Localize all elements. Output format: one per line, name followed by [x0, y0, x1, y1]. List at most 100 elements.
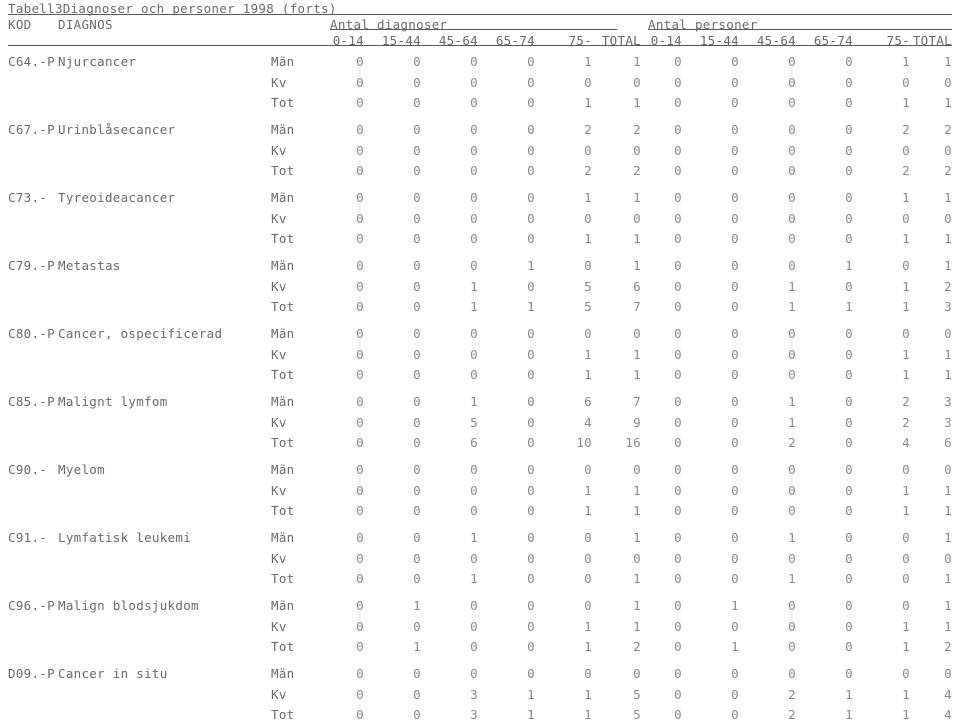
cell-value: 0: [527, 530, 535, 545]
cell-value: 0: [845, 54, 853, 69]
cell-value: 0: [413, 346, 421, 362]
row-sex-label: Kv: [271, 618, 287, 634]
cell-value: 0: [845, 571, 853, 587]
cell-value: 0: [413, 190, 421, 205]
header-age-personer-TOTAL: TOTAL: [912, 33, 952, 48]
table-row: Kv 0 0 0 0 1 1 0 0 0 0 1 1: [0, 617, 960, 638]
cell-value: 0: [356, 598, 364, 613]
table-row: C96.-P Malign blodsjukdom Män 0 1 0 0 0 1 0 1 0 0 0 1: [0, 596, 960, 617]
cell-value: 0: [470, 367, 478, 383]
cell-value: 0: [845, 503, 853, 519]
cell-value: 0: [788, 326, 796, 341]
cell-value: 0: [845, 278, 853, 294]
cell-value: 0: [674, 503, 682, 519]
cell-value: 1: [944, 190, 952, 205]
cell-value: 0: [356, 142, 364, 158]
cell-value: 0: [470, 346, 478, 362]
row-code: C96.-P: [8, 598, 55, 613]
row-sex-label: Tot: [271, 435, 295, 451]
cell-value: 1: [944, 367, 952, 383]
cell-value: 1: [944, 530, 952, 545]
rule-top: [8, 14, 952, 15]
row-sex-label: Tot: [271, 163, 295, 179]
row-diagnosis-name: Lymfatisk leukemi: [58, 530, 192, 545]
cell-value: 0: [788, 503, 796, 519]
cell-value: 0: [356, 258, 364, 273]
cell-value: 1: [527, 299, 535, 315]
table-row: Kv 0 0 0 0 1 1 0 0 0 0 1 1: [0, 345, 960, 366]
cell-value: 0: [674, 686, 682, 702]
cell-value: 0: [470, 598, 478, 613]
cell-value: 0: [470, 231, 478, 247]
row-diagnosis-name: Cancer in situ: [58, 666, 168, 681]
cell-value: 1: [944, 598, 952, 613]
cell-value: 0: [731, 571, 739, 587]
cell-value: 0: [356, 707, 364, 723]
cell-value: 0: [470, 666, 478, 681]
cell-value: 0: [470, 122, 478, 137]
cell-value: 0: [470, 639, 478, 655]
table-row: Kv 0 0 3 1 1 5 0 0 2 1 1 4: [0, 685, 960, 706]
cell-value: 1: [845, 686, 853, 702]
cell-value: 0: [527, 190, 535, 205]
cell-value: 1: [788, 299, 796, 315]
cell-value: 0: [731, 54, 739, 69]
cell-value: 3: [944, 299, 952, 315]
cell-value: 0: [413, 326, 421, 341]
cell-value: 0: [788, 95, 796, 111]
diagnosis-group: C64.-P Njurcancer Män 0 0 0 0 1 1 0 0 0 0 1 1 Kv 0 0 0 0 0 0 0…: [0, 52, 960, 114]
table-row: C64.-P Njurcancer Män 0 0 0 0 1 1 0 0 0 0 1 1: [0, 52, 960, 73]
cell-value: 0: [788, 482, 796, 498]
table-row: Kv 0 0 1 0 5 6 0 0 1 0 1 2: [0, 277, 960, 298]
cell-value: 0: [731, 503, 739, 519]
cell-value: 0: [356, 482, 364, 498]
cell-value: 0: [674, 598, 682, 613]
cell-value: 0: [674, 550, 682, 566]
cell-value: 0: [731, 666, 739, 681]
cell-value: 0: [356, 54, 364, 69]
cell-value: 3: [944, 394, 952, 409]
cell-value: 1: [470, 571, 478, 587]
row-sex-label: Tot: [271, 503, 295, 519]
header-age-diagnoser-65-74: 65-74: [495, 33, 535, 48]
cell-value: 0: [674, 414, 682, 430]
cell-value: 0: [674, 639, 682, 655]
cell-value: 1: [944, 231, 952, 247]
cell-value: 0: [470, 210, 478, 226]
cell-value: 6: [470, 435, 478, 451]
cell-value: 0: [731, 278, 739, 294]
cell-value: 6: [944, 435, 952, 451]
cell-value: 0: [413, 550, 421, 566]
cell-value: 0: [356, 210, 364, 226]
cell-value: 0: [674, 666, 682, 681]
cell-value: 0: [413, 142, 421, 158]
cell-value: 1: [470, 394, 478, 409]
cell-value: 0: [731, 95, 739, 111]
row-code: C90.-: [8, 462, 48, 477]
table-row: Kv 0 0 0 0 0 0 0 0 0 0 0 0: [0, 73, 960, 94]
table-row: C73.- Tyreoideacancer Män 0 0 0 0 1 1 0 0 0 0 1 1: [0, 188, 960, 209]
cell-value: 0: [413, 707, 421, 723]
row-sex-label: Kv: [271, 210, 287, 226]
cell-value: 0: [413, 618, 421, 634]
cell-value: 0: [470, 74, 478, 90]
row-sex-label: Kv: [271, 482, 287, 498]
cell-value: 0: [731, 414, 739, 430]
cell-value: 0: [788, 122, 796, 137]
cell-value: 0: [527, 278, 535, 294]
cell-value: 0: [527, 122, 535, 137]
table-row: C90.- Myelom Män 0 0 0 0 0 0 0 0 0 0 0 0: [0, 460, 960, 481]
row-sex-label: Män: [271, 54, 295, 69]
cell-value: 0: [356, 299, 364, 315]
cell-value: 0: [413, 210, 421, 226]
row-sex-label: Män: [271, 258, 295, 273]
cell-value: 0: [356, 530, 364, 545]
table-row: Kv 0 0 0 0 1 1 0 0 0 0 1 1: [0, 481, 960, 502]
cell-value: 0: [674, 346, 682, 362]
cell-value: 1: [788, 414, 796, 430]
cell-value: 0: [470, 326, 478, 341]
cell-value: 0: [845, 435, 853, 451]
cell-value: 2: [944, 278, 952, 294]
cell-value: 0: [788, 190, 796, 205]
cell-value: 1: [944, 95, 952, 111]
